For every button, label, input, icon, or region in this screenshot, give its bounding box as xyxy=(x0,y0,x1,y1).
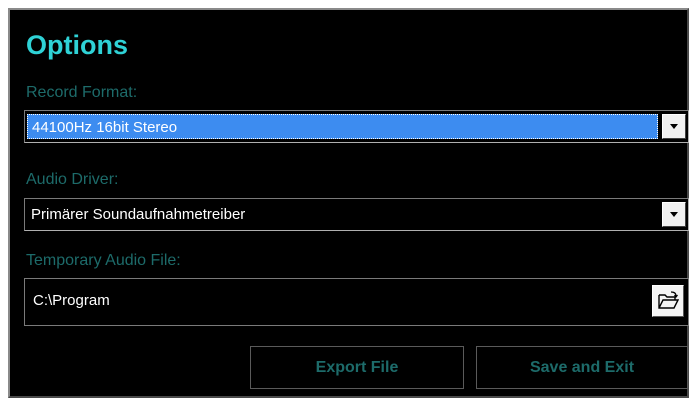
browse-button[interactable] xyxy=(652,285,684,317)
chevron-down-icon xyxy=(670,124,678,129)
chevron-down-icon xyxy=(670,212,678,217)
audio-driver-select[interactable]: Primärer Soundaufnahmetreiber xyxy=(24,198,689,231)
temp-file-label: Temporary Audio File: xyxy=(26,252,181,269)
record-format-label: Record Format: xyxy=(26,84,138,101)
dialog-title: Options xyxy=(26,30,128,60)
temp-file-field[interactable]: C:\Program xyxy=(24,278,689,326)
audio-driver-label: Audio Driver: xyxy=(26,171,119,188)
record-format-select[interactable]: 44100Hz 16bit Stereo xyxy=(24,110,689,143)
audio-driver-dropdown-button[interactable] xyxy=(662,202,686,227)
audio-driver-value: Primärer Soundaufnahmetreiber xyxy=(31,206,246,223)
options-dialog: Options Record Format: 44100Hz 16bit Ste… xyxy=(8,8,689,398)
record-format-dropdown-button[interactable] xyxy=(662,114,686,139)
save-and-exit-button[interactable]: Save and Exit xyxy=(476,346,688,389)
record-format-value: 44100Hz 16bit Stereo xyxy=(27,114,658,139)
open-folder-icon xyxy=(658,291,679,309)
temp-file-path: C:\Program xyxy=(33,292,110,309)
export-file-button[interactable]: Export File xyxy=(250,346,464,389)
